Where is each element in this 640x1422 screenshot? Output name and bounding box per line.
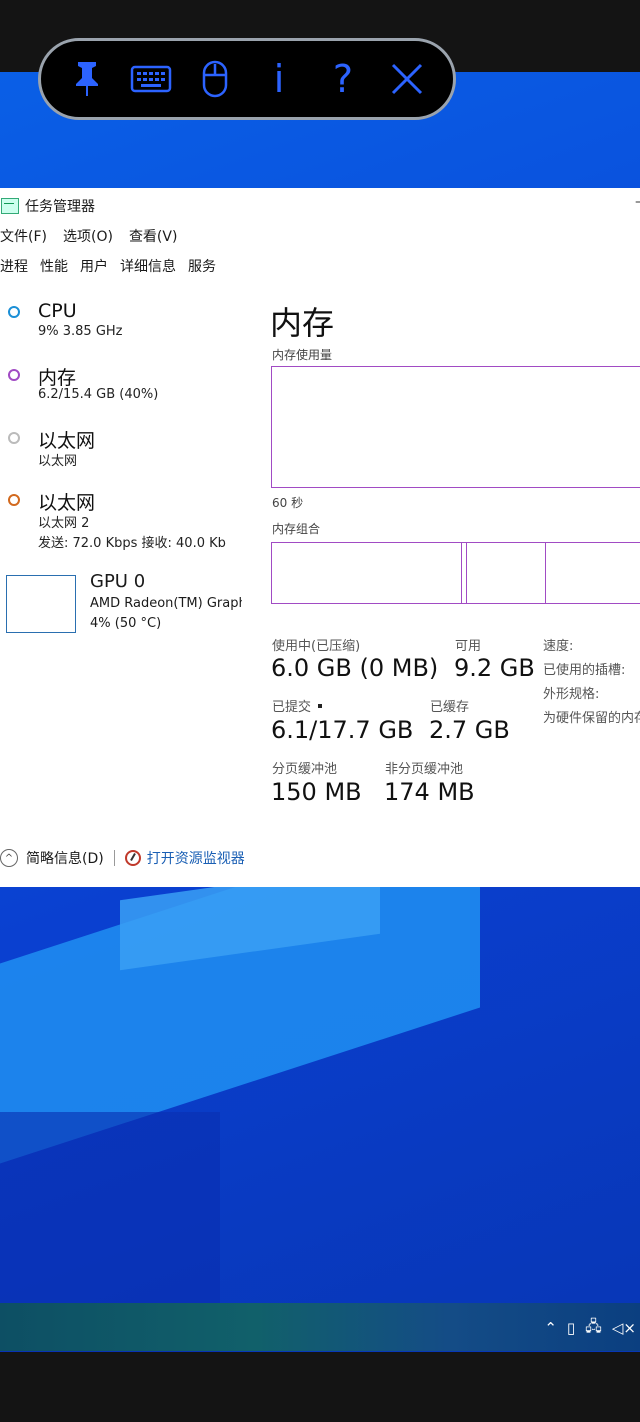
help-icon[interactable]: ? xyxy=(318,54,368,104)
keyboard-icon[interactable] xyxy=(126,54,176,104)
ethernet-indicator-icon xyxy=(8,432,20,444)
task-manager-window: 任务管理器 – 文件(F) 选项(O) 查看(V) 进程 性能 用户 详细信息 … xyxy=(0,188,640,887)
paged-pool-label: 分页缓冲池 xyxy=(272,762,338,777)
hardware-reserved-label: 为硬件保留的内存: xyxy=(543,711,640,726)
ethernet-label: 以太网 xyxy=(38,430,96,452)
menu-file[interactable]: 文件(F) xyxy=(0,226,47,246)
info-icon[interactable]: i xyxy=(254,54,304,104)
chevron-up-icon[interactable]: ⌃ xyxy=(544,1319,557,1337)
tab-bar: 进程 性能 用户 详细信息 服务 xyxy=(0,256,216,276)
fewer-details-link[interactable]: 简略信息(D) xyxy=(26,848,104,868)
paged-pool-value: 150 MB xyxy=(271,778,362,806)
system-tray: ⌃ ▯ 🖧 ◁× xyxy=(544,1316,640,1340)
gpu-model: AMD Radeon(TM) Graphics xyxy=(90,596,242,611)
form-factor-label: 外形规格: xyxy=(543,687,600,702)
committed-marker-icon xyxy=(318,704,322,708)
menu-view[interactable]: 查看(V) xyxy=(129,226,178,246)
tab-services[interactable]: 服务 xyxy=(188,256,216,276)
network-icon[interactable]: 🖧 xyxy=(585,1316,602,1341)
available-label: 可用 xyxy=(455,639,482,654)
time-span-label: 60 秒 xyxy=(272,496,304,510)
volume-icon[interactable]: ◁× xyxy=(612,1319,636,1337)
gpu-usage: 4% (50 °C) xyxy=(90,616,162,631)
footer-bar: ^ 简略信息(D) 打开资源监视器 xyxy=(0,848,245,868)
in-use-value: 6.0 GB (0 MB) xyxy=(271,654,439,682)
close-icon[interactable] xyxy=(382,54,432,104)
open-resource-monitor-link[interactable]: 打开资源监视器 xyxy=(147,848,245,868)
pin-icon[interactable] xyxy=(62,54,112,104)
title-bar: 任务管理器 xyxy=(0,196,95,216)
ethernet2-sub: 以太网 2 xyxy=(38,516,90,531)
slots-label: 已使用的插槽: xyxy=(543,663,626,678)
remote-toolbar: i ? xyxy=(38,38,456,120)
ethernet2-indicator-icon xyxy=(8,494,20,506)
nonpaged-pool-label: 非分页缓冲池 xyxy=(385,762,464,777)
task-manager-icon xyxy=(1,198,19,214)
memory-usage-label: 内存使用量 xyxy=(272,348,333,362)
tablet-icon[interactable]: ▯ xyxy=(567,1319,575,1337)
tab-users[interactable]: 用户 xyxy=(80,256,108,276)
cpu-label: CPU xyxy=(38,300,77,322)
composition-divider xyxy=(545,543,546,603)
sidebar-item-cpu[interactable]: CPU 9% 3.85 GHz xyxy=(0,300,250,350)
sidebar-item-ethernet[interactable]: 以太网 以太网 xyxy=(0,426,250,476)
cpu-usage: 9% 3.85 GHz xyxy=(38,324,123,339)
memory-usage-graph xyxy=(271,366,640,488)
minimize-button[interactable]: – xyxy=(635,194,640,210)
gpu-thumbnail-graph[interactable] xyxy=(6,575,76,633)
menu-options[interactable]: 选项(O) xyxy=(63,226,113,246)
composition-divider xyxy=(466,543,467,603)
nonpaged-pool-value: 174 MB xyxy=(384,778,475,806)
ethernet2-throughput: 发送: 72.0 Kbps 接收: 40.0 Kb xyxy=(38,536,226,551)
cpu-indicator-icon xyxy=(8,306,20,318)
chevron-up-icon[interactable]: ^ xyxy=(0,849,18,867)
page-title: 内存 xyxy=(270,304,335,342)
memory-composition-label: 内存组合 xyxy=(272,522,321,536)
memory-indicator-icon xyxy=(8,369,20,381)
available-value: 9.2 GB xyxy=(454,654,535,682)
in-use-label: 使用中(已压缩) xyxy=(272,639,361,654)
memory-composition-bar xyxy=(271,542,640,604)
ethernet2-label: 以太网 xyxy=(38,492,96,514)
committed-value: 6.1/17.7 GB xyxy=(271,716,414,744)
divider xyxy=(113,850,115,866)
sidebar-item-memory[interactable]: 内存 6.2/15.4 GB (40%) xyxy=(0,363,250,413)
speed-label: 速度: xyxy=(543,639,574,654)
mouse-icon[interactable] xyxy=(190,54,240,104)
composition-divider xyxy=(461,543,462,603)
tab-processes[interactable]: 进程 xyxy=(0,256,28,276)
cached-value: 2.7 GB xyxy=(429,716,510,744)
window-title: 任务管理器 xyxy=(25,199,95,215)
memory-label: 内存 xyxy=(38,367,77,389)
gpu-label[interactable]: GPU 0 xyxy=(90,571,145,592)
resource-monitor-icon xyxy=(124,850,141,866)
cached-label: 已缓存 xyxy=(430,700,470,715)
committed-label: 已提交 xyxy=(272,700,312,715)
tab-details[interactable]: 详细信息 xyxy=(120,256,176,276)
tab-performance[interactable]: 性能 xyxy=(40,256,68,276)
ethernet-sub: 以太网 xyxy=(38,454,78,469)
memory-usage: 6.2/15.4 GB (40%) xyxy=(38,387,159,402)
menu-bar: 文件(F) 选项(O) 查看(V) xyxy=(0,226,177,246)
sidebar-item-ethernet-2[interactable]: 以太网 以太网 2 发送: 72.0 Kbps 接收: 40.0 Kb xyxy=(0,488,250,552)
